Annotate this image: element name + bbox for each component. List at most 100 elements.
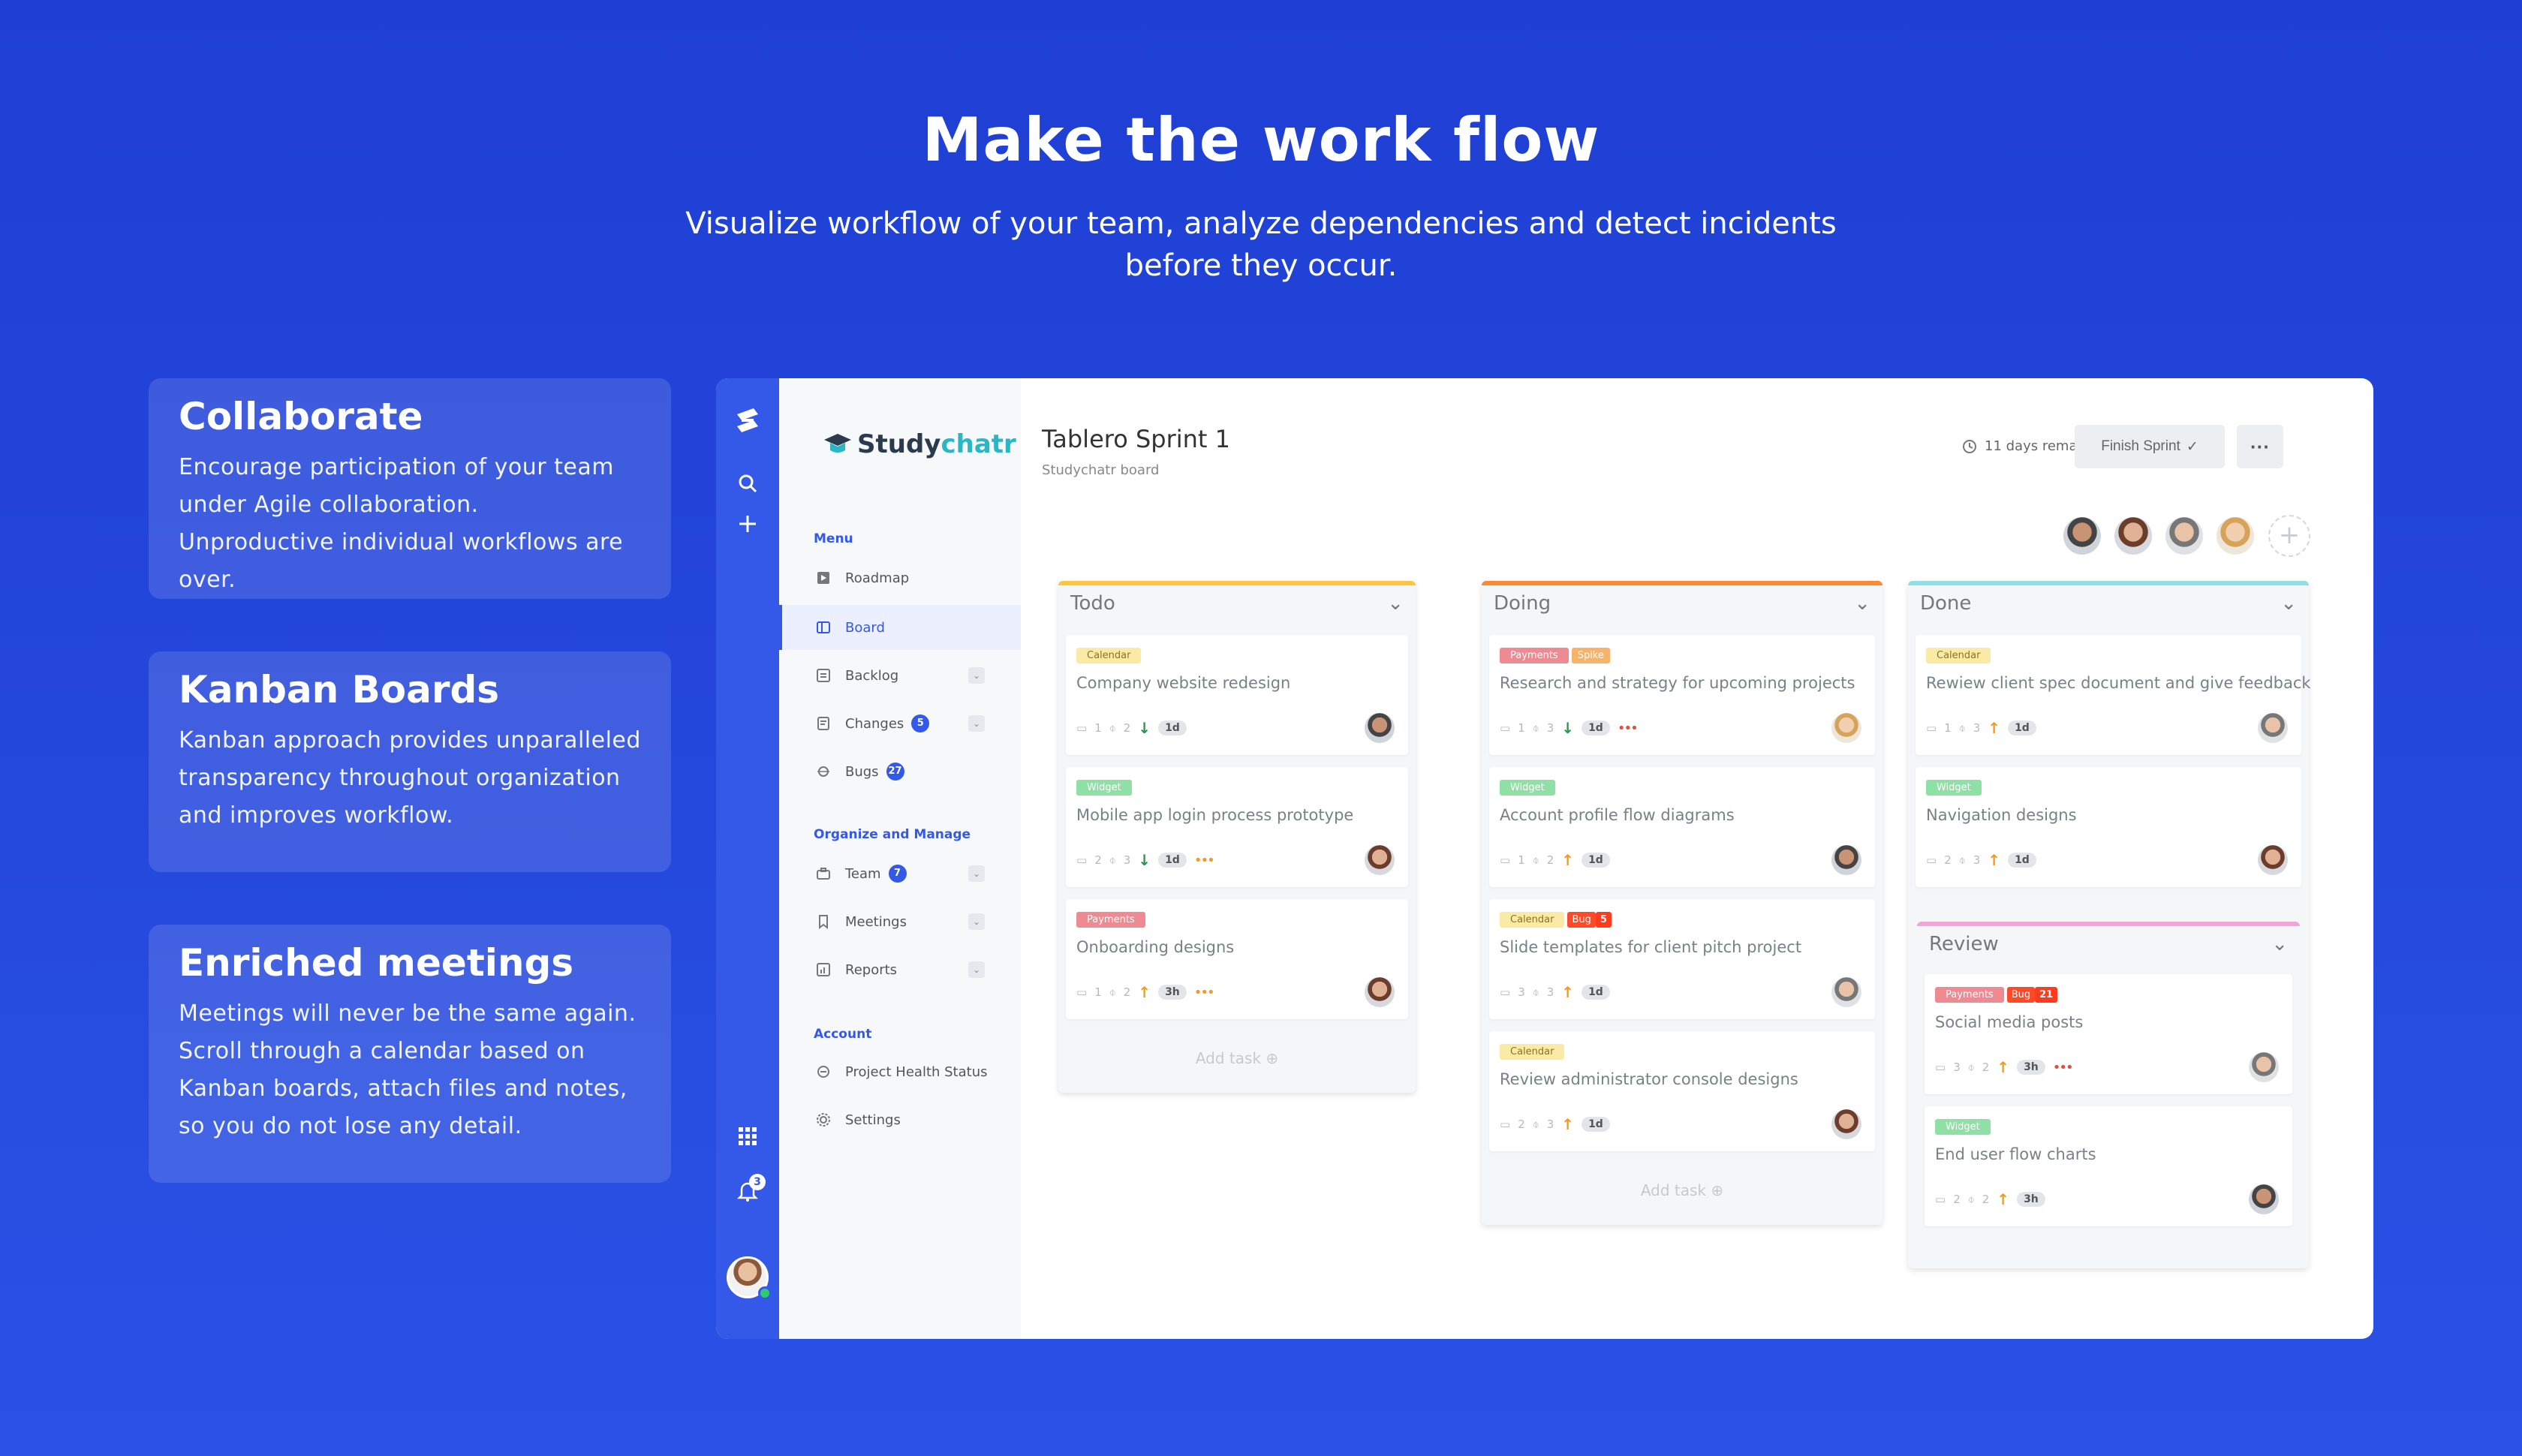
comment-icon: ▭ [1926,853,1937,867]
sidebar-item-label: Board [845,619,885,636]
comment-count: 2 [1518,1118,1525,1131]
app-window: 3 Studychatr Menu Roadmap Board Backlog … [716,378,2373,1339]
count-badge: 5 [911,714,930,733]
chevron-down-icon[interactable]: ⌄ [968,865,985,882]
add-task-button[interactable]: Add task ⊕ [1058,1049,1416,1067]
team-member-avatar[interactable] [2214,515,2256,557]
assignee-avatar[interactable] [1831,977,1861,1007]
chevron-down-icon[interactable]: ⌄ [2271,933,2288,955]
tag-label: Payments [1500,648,1569,663]
task-card[interactable]: Payments Spike Research and strategy for … [1489,635,1875,755]
task-card[interactable]: Calendar Rewiew client spec document and… [1916,635,2311,755]
task-card[interactable]: Calendar Review administrator console de… [1489,1031,1875,1151]
chevron-down-icon[interactable]: ⌄ [2280,592,2297,615]
task-card[interactable]: Calendar Bug 5 Slide templates for client … [1489,899,1875,1019]
assignee-avatar[interactable] [1831,845,1861,875]
sidebar-item-project-health[interactable]: Project Health Status [779,1049,1021,1094]
paperclip-icon: ⌽ [1109,721,1116,735]
more-dots-icon: ••• [1193,984,1215,1000]
sidebar-item-roadmap[interactable]: Roadmap [779,555,1021,600]
attachment-count: 2 [1123,721,1131,735]
brand-logo[interactable]: Studychatr [823,429,1016,459]
task-card[interactable]: Widget End user flow charts ▭ 2 ⌽ 2 ↑ 3h [1925,1106,2292,1226]
paperclip-icon: ⌽ [1532,853,1539,867]
assignee-avatar[interactable] [1365,713,1395,743]
assignee-avatar[interactable] [1365,977,1395,1007]
assignee-avatar[interactable] [1831,713,1861,743]
assignee-avatar[interactable] [2249,1052,2279,1082]
sidebar-item-label: Settings [845,1112,901,1128]
comment-icon: ▭ [1076,853,1088,867]
sidebar-item-board[interactable]: Board [779,605,1021,650]
sidebar-item-changes[interactable]: Changes 5 ⌄ [779,701,1021,746]
task-title: Navigation designs [1926,806,2077,824]
task-title: End user flow charts [1935,1145,2096,1163]
task-card[interactable]: Widget Account profile flow diagrams ▭ 1 … [1489,767,1875,887]
task-card[interactable]: Payments Bug 21 Social media posts ▭ 3 ⌽ 2 ↑… [1925,974,2292,1094]
sidebar: Studychatr Menu Roadmap Board Backlog ⌄ … [779,378,1021,1339]
paperclip-icon: ⌽ [1109,853,1116,867]
task-meta: ▭ 2 ⌽ 2 ↑ 3h [1935,1190,2045,1208]
sidebar-item-reports[interactable]: Reports ⌄ [779,947,1021,992]
chevron-down-icon[interactable]: ⌄ [968,961,985,978]
chevron-down-icon[interactable]: ⌄ [968,715,985,732]
estimate-pill: 3h [2017,1192,2045,1207]
sidebar-item-team[interactable]: Team 7 ⌄ [779,851,1021,896]
assignee-avatar[interactable] [2249,1184,2279,1214]
sidebar-item-backlog[interactable]: Backlog ⌄ [779,653,1021,698]
task-card[interactable]: Widget Mobile app login process prototyp… [1066,767,1408,887]
task-card[interactable]: Payments Onboarding designs ▭ 1 ⌽ 2 ↑ 3h •… [1066,899,1408,1019]
tag-label: Widget [1076,780,1132,796]
comment-count: 1 [1094,985,1102,999]
comment-icon: ▭ [1500,985,1511,999]
estimate-pill: 1d [1158,853,1187,868]
team-member-avatar[interactable] [2112,515,2154,557]
comment-icon: ▭ [1076,721,1088,735]
add-task-button[interactable]: Add task ⊕ [1482,1181,1882,1199]
team-member-avatar[interactable] [2163,515,2205,557]
more-dots-icon: ••• [2052,1059,2074,1075]
estimate-pill: 3h [2017,1060,2045,1075]
assignee-avatar[interactable] [2258,713,2288,743]
app-logo-icon[interactable] [716,404,779,440]
chevron-down-icon[interactable]: ⌄ [1387,592,1404,615]
assignee-avatar[interactable] [1831,1109,1861,1139]
column-title: Todo [1070,592,1115,615]
health-icon [815,1063,832,1080]
sidebar-item-settings[interactable]: Settings [779,1097,1021,1142]
plus-icon[interactable] [716,513,779,537]
apps-grid-icon[interactable] [716,1126,779,1150]
tag-label: Calendar [1500,1044,1565,1060]
feature-title: Kanban Boards [179,668,500,711]
team-member-avatar[interactable] [2061,515,2103,557]
attachment-count: 3 [1973,721,1981,735]
feature-text: Encourage participation of your team und… [179,454,624,593]
comment-count: 1 [1518,853,1525,867]
task-title: Research and strategy for upcoming proje… [1500,674,1855,692]
search-icon[interactable] [716,473,779,497]
task-meta: ▭ 2 ⌽ 3 ↑ 1d [1926,851,2036,869]
chevron-down-icon[interactable]: ⌄ [968,667,985,684]
task-title: Account profile flow diagrams [1500,806,1735,824]
comment-icon: ▭ [1500,721,1511,735]
task-card[interactable]: Calendar Company website redesign ▭ 1 ⌽ 2 … [1066,635,1408,755]
chevron-down-icon[interactable]: ⌄ [968,913,985,930]
sidebar-item-label: Team [845,865,881,882]
add-member-button[interactable]: + [2268,515,2310,557]
paperclip-icon: ⌽ [1109,985,1116,999]
board-main: Tablero Sprint 1 Studychatr board 11 day… [1021,378,2373,1339]
priority-high-icon: ↑ [1988,719,2001,737]
feature-title: Enriched meetings [179,941,574,985]
sidebar-item-meetings[interactable]: Meetings ⌄ [779,899,1021,944]
comment-count: 1 [1518,721,1525,735]
finish-sprint-button[interactable]: Finish Sprint ✓ [2075,425,2225,468]
estimate-pill: 3h [1158,985,1187,1000]
sidebar-item-bugs[interactable]: Bugs 27 [779,749,1021,794]
chevron-down-icon[interactable]: ⌄ [1854,592,1870,615]
assignee-avatar[interactable] [2258,845,2288,875]
account-heading: Account [814,1027,872,1042]
more-options-button[interactable]: ··· [2237,425,2283,468]
bell-icon[interactable]: 3 [716,1174,779,1205]
task-card[interactable]: Widget Navigation designs ▭ 2 ⌽ 3 ↑ 1d [1916,767,2301,887]
assignee-avatar[interactable] [1365,845,1395,875]
